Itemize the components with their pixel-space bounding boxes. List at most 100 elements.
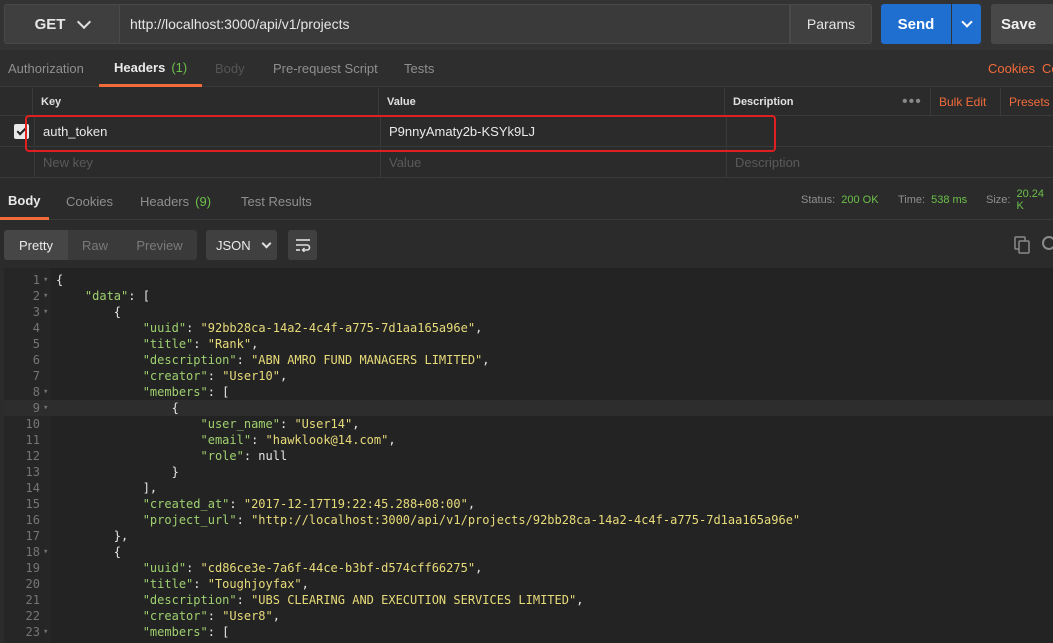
response-tab-headers-label: Headers (140, 194, 190, 209)
response-tab-headers-count: (9) (195, 194, 212, 209)
tab-headers[interactable]: Headers (1) (99, 50, 203, 87)
tab-tests[interactable]: Tests (404, 50, 434, 87)
tab-body[interactable]: Body (215, 50, 245, 87)
json-key: "data" (84, 289, 129, 303)
json-string: "http://localhost:3000/api/v1/projects/9… (251, 513, 801, 527)
method-label: GET (34, 15, 66, 33)
line-number: 8 (32, 385, 40, 399)
line-number: 5 (32, 337, 40, 351)
pretty-button[interactable]: Pretty (4, 230, 68, 260)
line-number: 16 (25, 513, 40, 527)
code-line: 9 ▾ { (4, 400, 1053, 416)
json-punctuation: , (279, 369, 288, 383)
line-number: 11 (25, 433, 40, 447)
json-punctuation: : (236, 593, 252, 607)
json-punctuation: ], (56, 481, 158, 495)
json-punctuation: : (236, 513, 252, 527)
line-number: 14 (25, 481, 40, 495)
json-string: "2017-12-17T19:22:45.288+08:00" (243, 497, 468, 511)
json-punctuation: : (229, 497, 244, 511)
time-value: 538 ms (931, 193, 968, 206)
json-punctuation (56, 385, 143, 399)
code-text: "project_url": "http://localhost:3000/ap… (56, 512, 800, 528)
json-punctuation: { (56, 401, 179, 415)
url-text: http://localhost:3000/api/v1/projects (130, 16, 350, 32)
json-key: "description" (142, 593, 237, 607)
json-punctuation (56, 625, 143, 639)
bulk-edit-button[interactable]: Bulk Edit (930, 88, 1000, 115)
response-tab-test-results[interactable]: Test Results (241, 183, 312, 220)
status-label: Status: (801, 193, 836, 206)
code-line: 2 ▾ "data": [ (4, 288, 1053, 304)
code-line: 5 "title": "Rank", (4, 336, 1053, 352)
code-line: 16 "project_url": "http://localhost:3000… (4, 512, 1053, 528)
url-input[interactable]: http://localhost:3000/api/v1/projects (120, 4, 790, 44)
json-string: "cd86ce3e-7a6f-44ce-b3bf-d574cff66275" (200, 561, 476, 575)
preview-button[interactable]: Preview (122, 230, 197, 260)
send-options-button[interactable] (952, 4, 981, 44)
response-tab-cookies[interactable]: Cookies (66, 183, 113, 220)
size-value: 20.24 K (1016, 187, 1044, 212)
time-label: Time: (898, 193, 926, 206)
save-button[interactable]: Save (991, 4, 1053, 44)
format-label: JSON (216, 237, 251, 253)
json-punctuation: , (352, 417, 360, 431)
code-line: 18 ▾ { (4, 544, 1053, 560)
code-line: 21 "description": "UBS CLEARING AND EXEC… (4, 592, 1053, 608)
json-key: "user_name" (200, 417, 280, 431)
wrap-icon (295, 239, 310, 252)
json-punctuation: : (186, 321, 201, 335)
status-value: 200 OK (841, 193, 879, 206)
line-number: 3 (32, 305, 40, 319)
code-text: "description": "ABN AMRO FUND MANAGERS L… (56, 352, 490, 368)
fold-arrow-icon[interactable]: ▾ (43, 544, 48, 560)
tab-authorization[interactable]: Authorization (8, 50, 84, 87)
code-line: 8 ▾ "members": [ (4, 384, 1053, 400)
raw-button[interactable]: Raw (68, 230, 122, 260)
json-punctuation (56, 513, 143, 527)
fold-arrow-icon[interactable]: ▾ (43, 400, 48, 416)
copy-icon[interactable] (1014, 236, 1030, 254)
fold-arrow-icon[interactable]: ▾ (43, 384, 48, 400)
code-text: "creator": "User8", (56, 608, 280, 624)
new-description-input[interactable]: Description (726, 148, 1053, 177)
new-key-input[interactable]: New key (34, 148, 380, 177)
send-button[interactable]: Send (881, 4, 951, 44)
json-key: "email" (200, 433, 252, 447)
code-line: 3 ▾ { (4, 304, 1053, 320)
json-punctuation: : (193, 337, 208, 351)
line-number: 12 (25, 449, 40, 463)
code-text: "members": [ (56, 624, 230, 640)
search-icon[interactable] (1042, 236, 1053, 250)
json-punctuation: : (236, 353, 252, 367)
json-key: "members" (142, 385, 208, 399)
wrap-lines-button[interactable] (288, 230, 317, 260)
code-text: { (56, 544, 121, 560)
time-readout: Time: 538 ms (898, 183, 967, 216)
response-tab-body[interactable]: Body (0, 183, 49, 220)
code-line: 1 ▾ { (4, 272, 1053, 288)
more-options-icon[interactable]: ••• (902, 88, 922, 116)
fold-arrow-icon[interactable]: ▾ (43, 288, 48, 304)
format-select[interactable]: JSON (206, 230, 277, 260)
tab-headers-count: (1) (171, 59, 188, 75)
code-text: "description": "UBS CLEARING AND EXECUTI… (56, 592, 584, 608)
fold-arrow-icon[interactable]: ▾ (43, 624, 48, 640)
params-button[interactable]: Params (790, 4, 872, 44)
json-string: "hawklook@14.com" (265, 433, 389, 447)
new-value-input[interactable]: Value (380, 148, 726, 177)
fold-arrow-icon[interactable]: ▾ (43, 272, 48, 288)
json-punctuation: , (475, 561, 483, 575)
method-select[interactable]: GET (4, 4, 120, 44)
code-text: "members": [ (56, 384, 230, 400)
tab-prerequest-script[interactable]: Pre-request Script (273, 50, 378, 87)
code-link[interactable]: Co (1042, 50, 1053, 87)
response-tab-headers[interactable]: Headers (9) (140, 183, 211, 220)
response-body-viewer[interactable]: 1 ▾{2 ▾ "data": [3 ▾ {4 "uuid": "92bb28ca-1… (4, 268, 1053, 643)
line-number: 7 (32, 369, 40, 383)
chevron-down-icon (960, 16, 973, 28)
presets-button[interactable]: Presets (1000, 88, 1053, 115)
cookies-link[interactable]: Cookies (988, 50, 1035, 87)
json-punctuation (56, 321, 143, 335)
fold-arrow-icon[interactable]: ▾ (43, 304, 48, 320)
